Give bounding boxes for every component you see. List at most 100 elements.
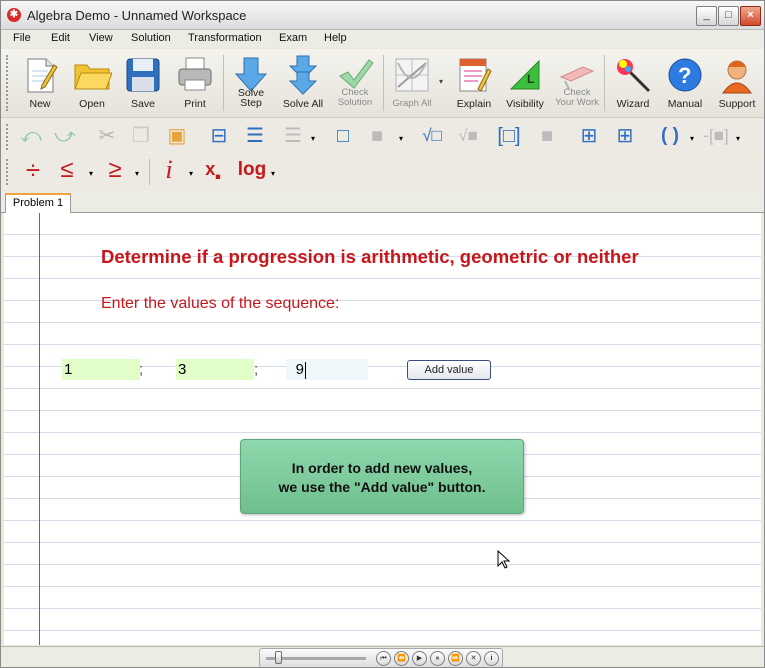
less-equal-icon[interactable]: ≤ <box>55 158 79 182</box>
bracket-icon[interactable]: ■ <box>535 124 559 148</box>
svg-text:L: L <box>527 72 534 86</box>
menu-file[interactable]: File <box>13 32 31 44</box>
graph-all-button[interactable]: Graph All <box>386 51 438 113</box>
play-icon[interactable]: ▶ <box>412 651 427 666</box>
visibility-button[interactable]: L Visibility <box>499 51 551 113</box>
imaginary-dropdown-icon[interactable]: ▾ <box>189 169 193 178</box>
log-icon[interactable]: log <box>235 158 269 182</box>
fraction-dropdown-icon[interactable]: ▾ <box>311 134 315 143</box>
folder-icon <box>74 64 112 90</box>
cut-icon[interactable]: ✂ <box>95 124 119 148</box>
mouse-cursor-icon <box>497 550 511 569</box>
first-step-icon[interactable]: ⏮ <box>376 651 391 666</box>
check-your-work-button[interactable]: Check Your Work <box>551 51 603 113</box>
sequence-value-2[interactable]: 3 <box>176 359 254 380</box>
problem-worksheet[interactable]: Determine if a progression is arithmetic… <box>4 213 761 645</box>
inequality2-dropdown-icon[interactable]: ▾ <box>135 169 139 178</box>
mixed-fraction-icon[interactable]: ☰ <box>281 124 305 148</box>
separator <box>149 159 150 185</box>
menu-view[interactable]: View <box>89 32 113 44</box>
paste-icon[interactable]: ▣ <box>165 124 189 148</box>
interval-dropdown-icon[interactable]: ▾ <box>736 134 740 143</box>
edit-toolbar: ⤺ ⤻ ✂ ❐ ▣ ⊟ ☰ ☰ ▾ □ ■ ▾ √□ √■ [□] ■ ⊞ ⊞ … <box>1 118 764 154</box>
check-solution-label: Check Solution <box>337 87 373 108</box>
interval-icon[interactable]: -[■] <box>701 124 731 148</box>
menu-transformation[interactable]: Transformation <box>188 32 262 44</box>
nth-root-icon[interactable]: √■ <box>453 124 483 148</box>
toolbar-grip[interactable] <box>6 124 11 150</box>
parentheses-icon[interactable]: ( ) <box>653 124 687 148</box>
print-button[interactable]: Print <box>169 51 221 113</box>
redo-icon[interactable]: ⤻ <box>53 124 77 148</box>
problem-heading: Determine if a progression is arithmetic… <box>101 246 639 267</box>
menu-exam[interactable]: Exam <box>279 32 307 44</box>
close-button[interactable]: × <box>740 6 761 26</box>
exponent-icon[interactable]: □ <box>331 124 355 148</box>
imaginary-unit-icon[interactable]: i <box>157 157 181 183</box>
tab-bar: Problem 1 <box>1 191 764 214</box>
manual-button[interactable]: ? Manual <box>659 51 711 113</box>
power-dropdown-icon[interactable]: ▾ <box>399 134 403 143</box>
stacked-fraction-icon[interactable]: ☰ <box>243 124 267 148</box>
copy-icon[interactable]: ❐ <box>129 124 153 148</box>
tab-problem-1[interactable]: Problem 1 <box>5 193 71 214</box>
sequence-value-3[interactable]: 9 <box>286 359 368 380</box>
solve-all-button[interactable]: Solve All <box>277 51 329 113</box>
problem-instruction: Enter the values of the sequence: <box>101 295 340 312</box>
divide-icon[interactable]: ÷ <box>21 157 45 183</box>
previous-step-icon[interactable]: ⏪ <box>394 651 409 666</box>
matrix-icon[interactable]: ⊞ <box>577 124 601 148</box>
menu-help[interactable]: Help <box>324 32 347 44</box>
playback-controls: ⏮ ⏪ ▶ ⏸ ⏩ ✕ i <box>259 648 503 667</box>
text-caret <box>305 361 306 379</box>
wizard-button[interactable]: Wizard <box>607 51 659 113</box>
stop-icon[interactable]: ✕ <box>466 651 481 666</box>
parentheses-dropdown-icon[interactable]: ▾ <box>690 134 694 143</box>
graph-icon <box>395 58 429 92</box>
graph-dropdown-icon[interactable]: ▾ <box>439 77 443 86</box>
undo-icon[interactable]: ⤺ <box>19 124 43 148</box>
magic-wand-icon <box>617 59 651 93</box>
toolbar-grip[interactable] <box>6 159 11 185</box>
svg-text:?: ? <box>678 63 691 88</box>
info-icon[interactable]: i <box>484 651 499 666</box>
inequality-dropdown-icon[interactable]: ▾ <box>89 169 93 178</box>
new-button[interactable]: New <box>14 51 66 113</box>
new-document-icon <box>27 58 58 93</box>
support-button[interactable]: Support <box>711 51 763 113</box>
absolute-value-icon[interactable]: [□] <box>497 124 521 148</box>
next-step-icon[interactable]: ⏩ <box>448 651 463 666</box>
menu-solution[interactable]: Solution <box>131 32 171 44</box>
value-separator: ; <box>139 361 144 378</box>
app-logo-icon: ✱ <box>7 8 21 22</box>
help-question-icon: ? <box>668 58 702 92</box>
check-solution-button[interactable]: Check Solution <box>329 51 381 113</box>
status-bar: ⏮ ⏪ ▶ ⏸ ⏩ ✕ i <box>1 646 764 667</box>
maximize-button[interactable]: □ <box>718 6 739 26</box>
minimize-button[interactable]: _ <box>696 6 717 26</box>
subscript-icon[interactable]: x■ <box>201 157 225 182</box>
power-icon[interactable]: ■ <box>365 124 389 148</box>
title-bar: ✱ Algebra Demo - Unnamed Workspace _ □ × <box>1 1 764 30</box>
sequence-value-1[interactable]: 1 <box>62 359 140 380</box>
add-value-button[interactable]: Add value <box>407 360 491 380</box>
double-arrow-down-icon <box>288 55 318 95</box>
print-label: Print <box>184 98 206 110</box>
printer-icon <box>178 57 212 91</box>
save-button[interactable]: Save <box>117 51 169 113</box>
hint-line-2: we use the "Add value" button. <box>278 479 486 495</box>
explain-document-icon <box>459 58 492 92</box>
fraction-icon[interactable]: ⊟ <box>207 124 231 148</box>
playback-slider-knob[interactable] <box>275 651 283 664</box>
pause-icon[interactable]: ⏸ <box>430 651 445 666</box>
log-dropdown-icon[interactable]: ▾ <box>271 169 275 178</box>
greater-equal-icon[interactable]: ≥ <box>103 158 127 182</box>
menu-edit[interactable]: Edit <box>51 32 70 44</box>
graph-all-label: Graph All <box>392 98 432 109</box>
determinant-icon[interactable]: ⊞ <box>613 124 637 148</box>
square-root-icon[interactable]: √□ <box>417 124 447 148</box>
hint-note: In order to add new values, we use the "… <box>240 439 524 514</box>
support-label: Support <box>718 98 756 110</box>
floppy-disk-icon <box>126 58 160 92</box>
solve-step-button[interactable]: Solve Step <box>225 51 277 113</box>
